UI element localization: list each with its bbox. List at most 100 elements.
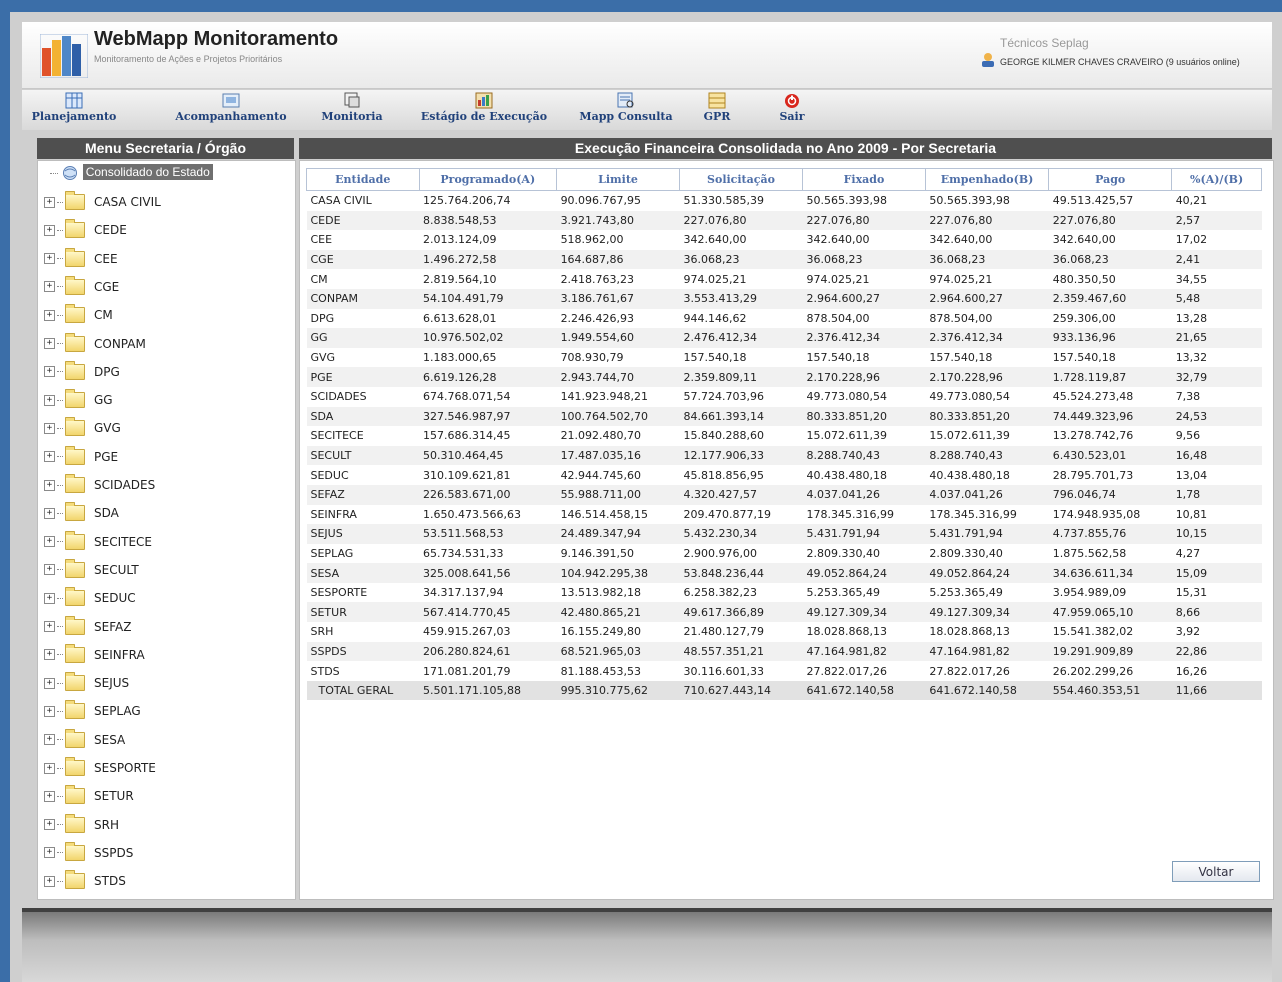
back-button[interactable]: Voltar bbox=[1172, 861, 1260, 882]
sidebar-item[interactable]: + CEE bbox=[44, 247, 118, 270]
column-header[interactable]: %(A)/(B) bbox=[1171, 168, 1262, 191]
value-cell: 8,66 bbox=[1171, 602, 1262, 623]
sidebar-item[interactable]: + SESPORTE bbox=[44, 757, 156, 779]
query-icon bbox=[617, 92, 634, 108]
sidebar-item[interactable]: + SECITECE bbox=[44, 530, 152, 553]
expand-icon[interactable]: + bbox=[44, 564, 55, 576]
sidebar-item[interactable]: + GVG bbox=[44, 417, 121, 439]
sidebar-item[interactable]: + SDA bbox=[44, 502, 119, 524]
expand-icon[interactable]: + bbox=[44, 875, 55, 887]
column-header[interactable]: Programado(A) bbox=[418, 168, 558, 191]
expand-icon[interactable]: + bbox=[44, 592, 55, 604]
expand-icon[interactable]: + bbox=[44, 479, 55, 491]
sidebar-item[interactable]: + SEDUC bbox=[44, 587, 136, 609]
column-header[interactable]: Fixado bbox=[801, 168, 926, 191]
total-cell: 710.627.443,14 bbox=[679, 680, 803, 701]
expand-icon[interactable]: + bbox=[44, 196, 55, 208]
expand-icon[interactable]: + bbox=[44, 705, 55, 717]
column-header[interactable]: Empenhado(B) bbox=[924, 168, 1050, 191]
tree-root-consolidado[interactable]: Consolidado do Estado bbox=[50, 164, 213, 185]
toolbar-monitoria[interactable]: Monitoria bbox=[317, 92, 387, 123]
value-cell: 4,27 bbox=[1171, 543, 1262, 564]
sidebar-item[interactable]: + CEDE bbox=[44, 219, 127, 241]
expand-icon[interactable]: + bbox=[44, 734, 55, 746]
sidebar-item[interactable]: + SEFAZ bbox=[44, 615, 131, 638]
value-cell: 5.431.791,94 bbox=[925, 524, 1049, 544]
expand-icon[interactable]: + bbox=[44, 366, 55, 378]
expand-icon[interactable]: + bbox=[44, 224, 55, 236]
sidebar-item[interactable]: + SSPDS bbox=[44, 841, 133, 864]
sidebar-item[interactable]: + SESA bbox=[44, 728, 125, 751]
expand-icon[interactable]: + bbox=[44, 649, 55, 661]
entity-cell: PGE bbox=[306, 367, 419, 387]
sidebar-item[interactable]: + STDS bbox=[44, 870, 126, 892]
sidebar-item[interactable]: + CM bbox=[44, 304, 113, 326]
column-header[interactable]: Solicitação bbox=[679, 168, 803, 191]
value-cell: 1.728.119,87 bbox=[1048, 367, 1172, 387]
table-row: GG 10.976.502,02 1.949.554,60 2.476.412,34 2… bbox=[306, 328, 1262, 348]
sidebar-item[interactable]: + CASA CIVIL bbox=[44, 191, 161, 213]
sidebar-item-label: SECULT bbox=[94, 562, 139, 577]
value-cell: 2.900.976,00 bbox=[679, 543, 803, 564]
main-panel: Entidade Programado(A) Limite Solicitação Fi… bbox=[299, 160, 1274, 900]
sidebar-item[interactable]: + PGE bbox=[44, 445, 118, 468]
sidebar-item[interactable]: + SCIDADES bbox=[44, 474, 155, 496]
table-row: SECITECE 157.686.314,45 21.092.480,70 15.84… bbox=[306, 426, 1262, 446]
value-cell: 18.028.868,13 bbox=[802, 622, 926, 642]
sidebar-item[interactable]: + SETUR bbox=[44, 785, 134, 807]
expand-icon[interactable]: + bbox=[44, 422, 55, 434]
value-cell: 49.773.080,54 bbox=[925, 386, 1049, 407]
sidebar-item[interactable]: + SRH bbox=[44, 813, 119, 836]
value-cell: 878.504,00 bbox=[925, 308, 1049, 329]
expand-icon[interactable]: + bbox=[44, 819, 55, 831]
column-header[interactable]: Entidade bbox=[306, 168, 420, 191]
toolbar-sair[interactable]: Sair bbox=[772, 92, 812, 123]
expand-icon[interactable]: + bbox=[44, 677, 55, 689]
expand-icon[interactable]: + bbox=[44, 762, 55, 774]
sidebar-item[interactable]: + CGE bbox=[44, 275, 119, 298]
expand-icon[interactable]: + bbox=[44, 394, 55, 406]
column-header[interactable]: Limite bbox=[556, 168, 681, 191]
entity-cell: SESA bbox=[306, 563, 419, 583]
sidebar-item[interactable]: + CONPAM bbox=[44, 332, 146, 355]
sidebar-item[interactable]: + SEJUS bbox=[44, 672, 129, 694]
sidebar-item[interactable]: + SEINFRA bbox=[44, 643, 145, 666]
expand-icon[interactable]: + bbox=[44, 451, 55, 463]
expand-icon[interactable]: + bbox=[44, 847, 55, 859]
sidebar-item[interactable]: + SECULT bbox=[44, 558, 139, 581]
value-cell: 796.046,74 bbox=[1048, 484, 1172, 505]
value-cell: 518.962,00 bbox=[556, 230, 680, 250]
sidebar-item[interactable]: + SEPLAG bbox=[44, 700, 141, 722]
sidebar-item[interactable]: + DPG bbox=[44, 360, 120, 383]
expand-icon[interactable]: + bbox=[44, 309, 55, 321]
expand-icon[interactable]: + bbox=[44, 790, 55, 802]
expand-icon[interactable]: + bbox=[44, 507, 55, 519]
toolbar-estagio-execucao[interactable]: Estágio de Execução bbox=[414, 92, 554, 123]
value-cell: 325.008.641,56 bbox=[419, 563, 557, 583]
value-cell: 7,38 bbox=[1171, 386, 1262, 407]
folder-icon bbox=[65, 841, 85, 861]
value-cell: 974.025,21 bbox=[925, 269, 1049, 289]
value-cell: 708.930,79 bbox=[556, 347, 680, 368]
folder-icon bbox=[65, 304, 85, 324]
expand-icon[interactable]: + bbox=[44, 253, 55, 265]
value-cell: 15.072.611,39 bbox=[925, 426, 1049, 446]
expand-icon[interactable]: + bbox=[44, 536, 55, 548]
value-cell: 4.037.041,26 bbox=[802, 484, 926, 505]
toolbar-acompanhamento[interactable]: Acompanhamento bbox=[167, 92, 295, 123]
user-icon bbox=[982, 53, 994, 67]
sidebar-item[interactable]: + GG bbox=[44, 389, 113, 411]
toolbar-mapp-consulta[interactable]: Mapp Consulta bbox=[575, 92, 677, 123]
expand-icon[interactable]: + bbox=[44, 621, 55, 632]
sidebar-item-label: CEE bbox=[94, 251, 118, 266]
expand-icon[interactable]: + bbox=[44, 281, 55, 293]
table-row: PGE 6.619.126,28 2.943.744,70 2.359.809,11 2… bbox=[306, 367, 1262, 387]
value-cell: 9,56 bbox=[1171, 426, 1262, 446]
expand-icon[interactable]: + bbox=[44, 338, 55, 349]
column-header[interactable]: Pago bbox=[1048, 168, 1173, 191]
toolbar-gpr[interactable]: GPR bbox=[697, 92, 737, 123]
value-cell: 36.068,23 bbox=[1048, 249, 1172, 270]
execution-stage-icon bbox=[475, 92, 493, 109]
value-cell: 34.317.137,94 bbox=[419, 582, 557, 603]
toolbar-planejamento[interactable]: Planejamento bbox=[24, 92, 124, 123]
